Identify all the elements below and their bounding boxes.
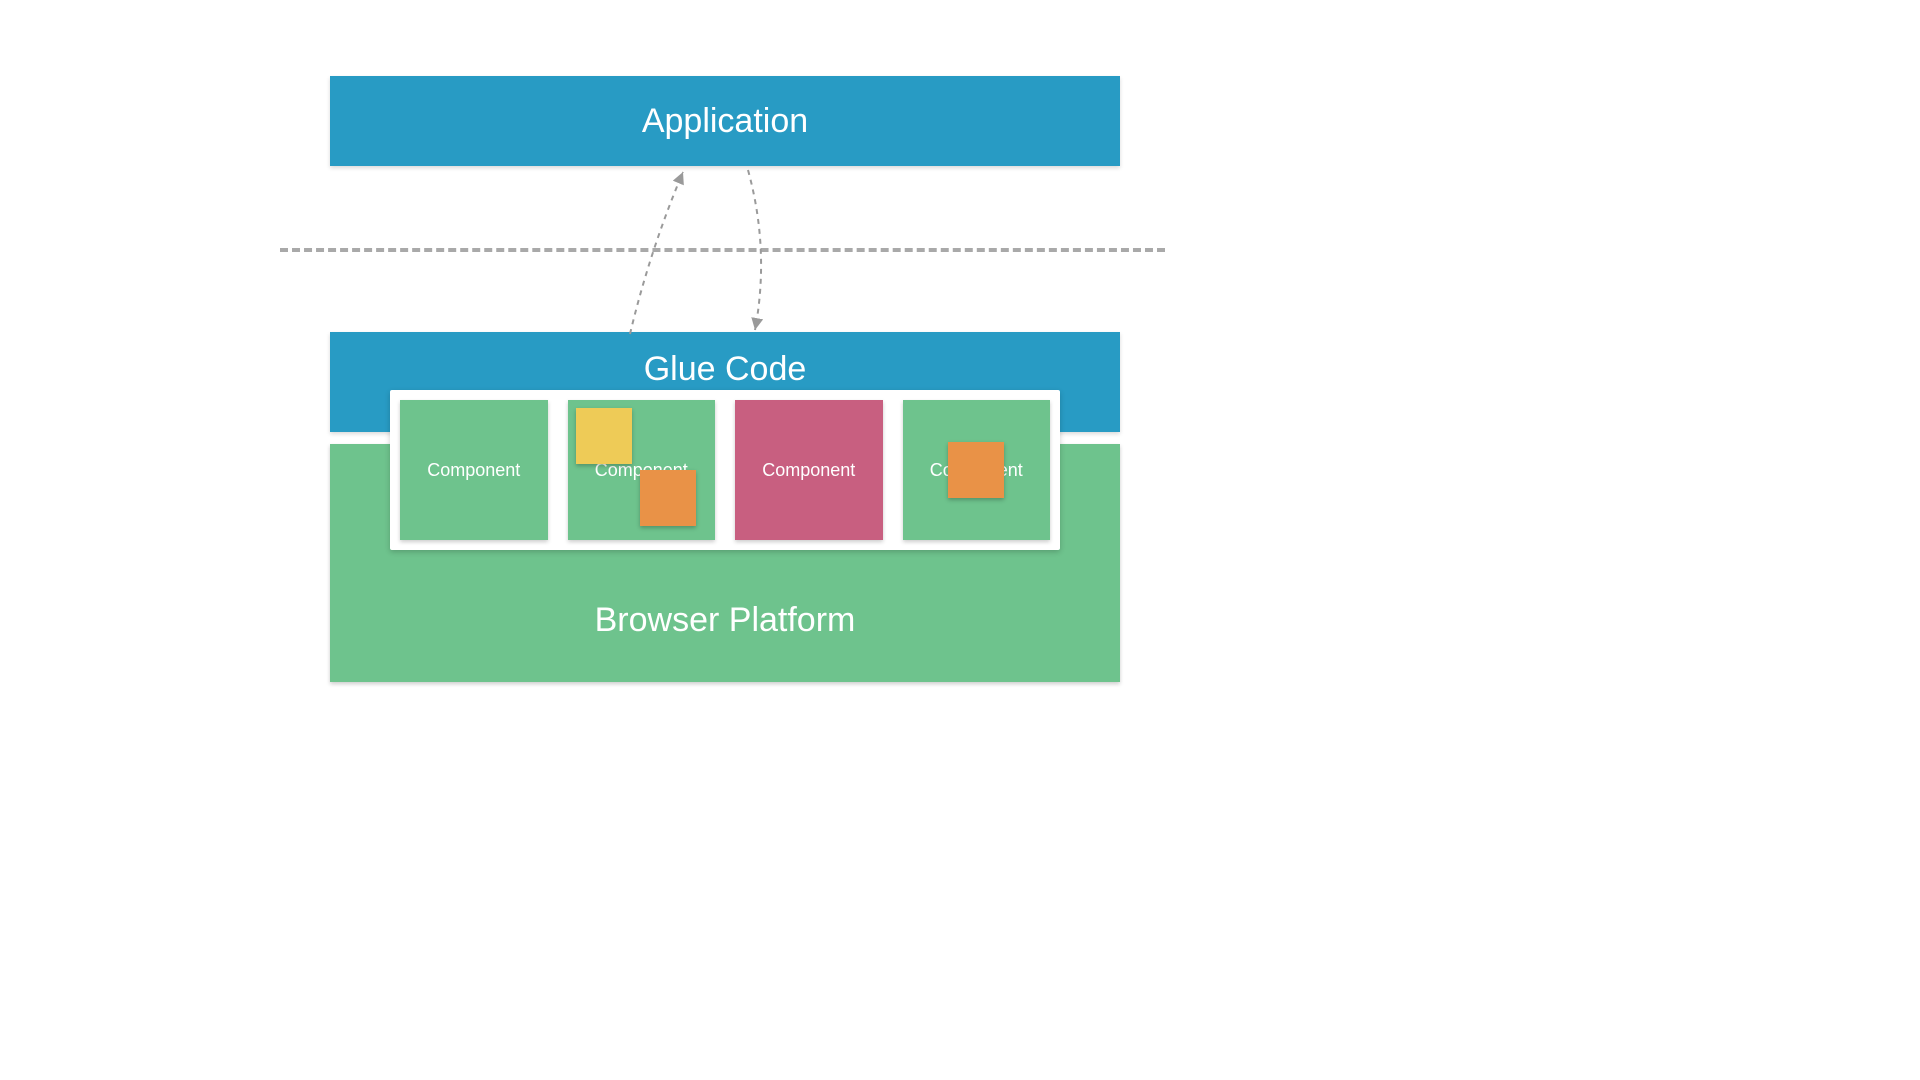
overlay-chip bbox=[640, 470, 696, 526]
component-label: Component bbox=[427, 460, 520, 481]
component-label: Component bbox=[762, 460, 855, 481]
boundary-divider bbox=[280, 248, 1165, 252]
diagram-stage: Application Glue Code Browser Platform C… bbox=[0, 0, 1920, 1080]
layer-application: Application bbox=[330, 76, 1120, 166]
arrow-glue-to-app bbox=[630, 172, 683, 334]
layer-glue-label: Glue Code bbox=[644, 350, 807, 389]
layer-platform-label: Browser Platform bbox=[595, 601, 856, 640]
component-box: Component bbox=[400, 400, 548, 540]
overlay-chip bbox=[576, 408, 632, 464]
layer-application-label: Application bbox=[642, 102, 808, 141]
overlay-chip bbox=[948, 442, 1004, 498]
component-box: Component bbox=[735, 400, 883, 540]
